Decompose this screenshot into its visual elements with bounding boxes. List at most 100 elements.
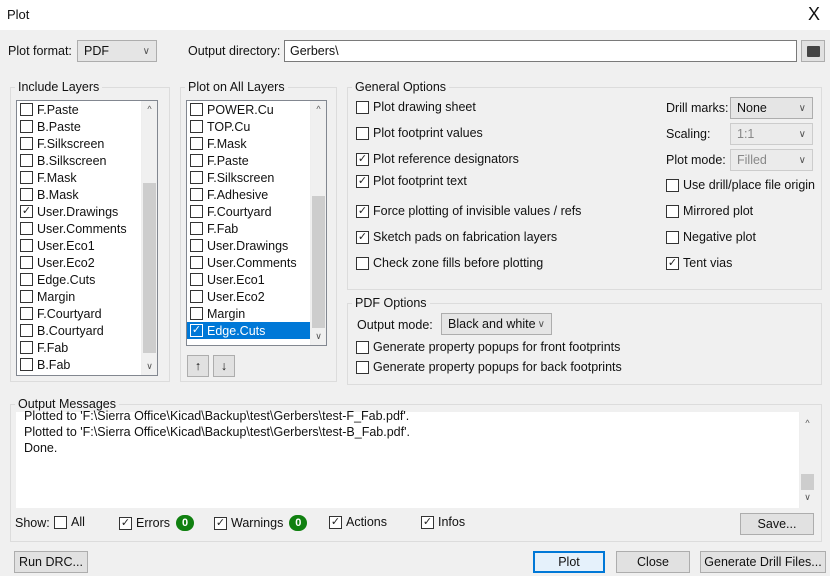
checkbox-icon[interactable]: [20, 188, 33, 201]
plot-format-select[interactable]: PDF ∨: [77, 40, 157, 62]
checkbox-icon[interactable]: [190, 290, 203, 303]
checkbox-icon[interactable]: [20, 239, 33, 252]
layer-item[interactable]: B.Silkscreen: [17, 152, 141, 169]
checkbox-icon[interactable]: [190, 137, 203, 150]
layer-item[interactable]: User.Eco1: [187, 271, 311, 288]
checkbox-checked-icon[interactable]: ✓: [356, 204, 369, 218]
layer-item[interactable]: F.Paste: [17, 101, 141, 118]
layer-item[interactable]: POWER.Cu: [187, 101, 311, 118]
layer-item[interactable]: ✓ User.Drawings: [17, 203, 141, 220]
checkbox-icon[interactable]: [356, 100, 369, 114]
plot-mode-select[interactable]: Filled ∨: [730, 149, 813, 171]
layer-item[interactable]: F.Courtyard: [17, 305, 141, 322]
layer-item[interactable]: Margin: [17, 288, 141, 305]
layer-item[interactable]: F.Paste: [187, 152, 311, 169]
checkbox-checked-icon[interactable]: ✓: [356, 152, 369, 166]
layer-item[interactable]: F.Silkscreen: [187, 169, 311, 186]
general-option-checkbox[interactable]: ✓ Plot reference designators: [356, 152, 519, 166]
checkbox-icon[interactable]: [666, 204, 679, 218]
general-option-checkbox[interactable]: Mirrored plot: [666, 204, 753, 218]
filter-errors[interactable]: ✓ Errors 0: [119, 515, 195, 531]
layer-item[interactable]: F.Adhesive: [187, 186, 311, 203]
general-option-checkbox[interactable]: ✓ Sketch pads on fabrication layers: [356, 230, 557, 244]
generate-drill-files-button[interactable]: Generate Drill Files...: [700, 551, 826, 573]
scroll-up-icon[interactable]: ^: [142, 104, 157, 114]
general-option-checkbox[interactable]: Plot footprint values: [356, 126, 483, 140]
general-option-checkbox[interactable]: Negative plot: [666, 230, 756, 244]
messages-scrollbar[interactable]: ^ ∨: [799, 412, 815, 508]
checkbox-icon[interactable]: [190, 239, 203, 252]
browse-folder-button[interactable]: [801, 40, 825, 62]
checkbox-icon[interactable]: [190, 205, 203, 218]
checkbox-icon[interactable]: [20, 307, 33, 320]
layer-item[interactable]: User.Eco1: [17, 237, 141, 254]
checkbox-icon[interactable]: [20, 120, 33, 133]
general-option-checkbox[interactable]: Use drill/place file origin: [666, 178, 815, 192]
checkbox-icon[interactable]: [20, 324, 33, 337]
layer-item[interactable]: F.Mask: [187, 135, 311, 152]
output-messages-log[interactable]: Plotted to 'F:\Sierra Office\Kicad\Backu…: [16, 409, 815, 508]
layer-item[interactable]: Margin: [187, 305, 311, 322]
checkbox-checked-icon[interactable]: ✓: [421, 515, 434, 529]
filter-actions[interactable]: ✓ Actions: [329, 515, 387, 529]
scroll-down-icon[interactable]: ∨: [800, 489, 815, 505]
checkbox-icon[interactable]: [20, 137, 33, 150]
checkbox-icon[interactable]: [190, 273, 203, 286]
close-button[interactable]: Close: [616, 551, 690, 573]
layer-item[interactable]: F.Courtyard: [187, 203, 311, 220]
layer-item[interactable]: User.Comments: [187, 254, 311, 271]
checkbox-icon[interactable]: [20, 222, 33, 235]
layer-item[interactable]: User.Comments: [17, 220, 141, 237]
checkbox-icon[interactable]: [20, 103, 33, 116]
pdf-option-checkbox[interactable]: Generate property popups for back footpr…: [356, 360, 622, 374]
checkbox-icon[interactable]: [356, 360, 369, 374]
layer-item[interactable]: B.Paste: [17, 118, 141, 135]
checkbox-icon[interactable]: [356, 256, 369, 270]
scroll-down-icon[interactable]: ∨: [142, 361, 157, 372]
checkbox-icon[interactable]: [20, 171, 33, 184]
drill-marks-select[interactable]: None ∨: [730, 97, 813, 119]
checkbox-checked-icon[interactable]: ✓: [356, 230, 369, 244]
layer-item[interactable]: F.Fab: [17, 339, 141, 356]
filter-warnings[interactable]: ✓ Warnings 0: [214, 515, 308, 531]
checkbox-checked-icon[interactable]: ✓: [214, 516, 227, 530]
plot-all-layers-scrollbar[interactable]: ^ ∨: [310, 101, 326, 345]
checkbox-icon[interactable]: [20, 341, 33, 354]
close-window-icon[interactable]: X: [808, 4, 820, 25]
checkbox-icon[interactable]: [190, 171, 203, 184]
checkbox-icon[interactable]: [20, 358, 33, 371]
checkbox-icon[interactable]: [190, 103, 203, 116]
layer-item[interactable]: F.Silkscreen: [17, 135, 141, 152]
filter-all[interactable]: All: [54, 515, 85, 529]
checkbox-icon[interactable]: [666, 178, 679, 192]
layer-item[interactable]: TOP.Cu: [187, 118, 311, 135]
layer-item[interactable]: F.Mask: [17, 169, 141, 186]
scaling-select[interactable]: 1:1 ∨: [730, 123, 813, 145]
checkbox-icon[interactable]: [190, 256, 203, 269]
scrollbar-thumb[interactable]: [801, 474, 814, 490]
move-down-button[interactable]: ↓: [213, 355, 235, 377]
scroll-down-icon[interactable]: ∨: [311, 331, 326, 342]
checkbox-icon[interactable]: [20, 154, 33, 167]
checkbox-checked-icon[interactable]: ✓: [329, 515, 342, 529]
general-option-checkbox[interactable]: ✓ Tent vias: [666, 256, 732, 270]
scroll-up-icon[interactable]: ^: [311, 104, 326, 114]
include-layers-list[interactable]: F.Paste B.Paste F.Silkscreen B.Silkscreen F.…: [16, 100, 158, 376]
checkbox-checked-icon[interactable]: ✓: [356, 174, 369, 188]
layer-item[interactable]: User.Eco2: [187, 288, 311, 305]
output-mode-select[interactable]: Black and white ∨: [441, 313, 552, 335]
general-option-checkbox[interactable]: Check zone fills before plotting: [356, 256, 543, 270]
checkbox-icon[interactable]: [666, 230, 679, 244]
general-option-checkbox[interactable]: Plot drawing sheet: [356, 100, 476, 114]
checkbox-icon[interactable]: [20, 256, 33, 269]
layer-item[interactable]: ✓ Edge.Cuts: [187, 322, 311, 339]
filter-infos[interactable]: ✓ Infos: [421, 515, 465, 529]
layer-item[interactable]: User.Eco2: [17, 254, 141, 271]
checkbox-icon[interactable]: [356, 126, 369, 140]
layer-item[interactable]: User.Drawings: [187, 237, 311, 254]
general-option-checkbox[interactable]: ✓ Force plotting of invisible values / re…: [356, 204, 581, 218]
checkbox-icon[interactable]: [20, 273, 33, 286]
checkbox-checked-icon[interactable]: ✓: [190, 324, 203, 337]
output-directory-input[interactable]: Gerbers\: [284, 40, 797, 62]
scrollbar-thumb[interactable]: [143, 183, 156, 353]
